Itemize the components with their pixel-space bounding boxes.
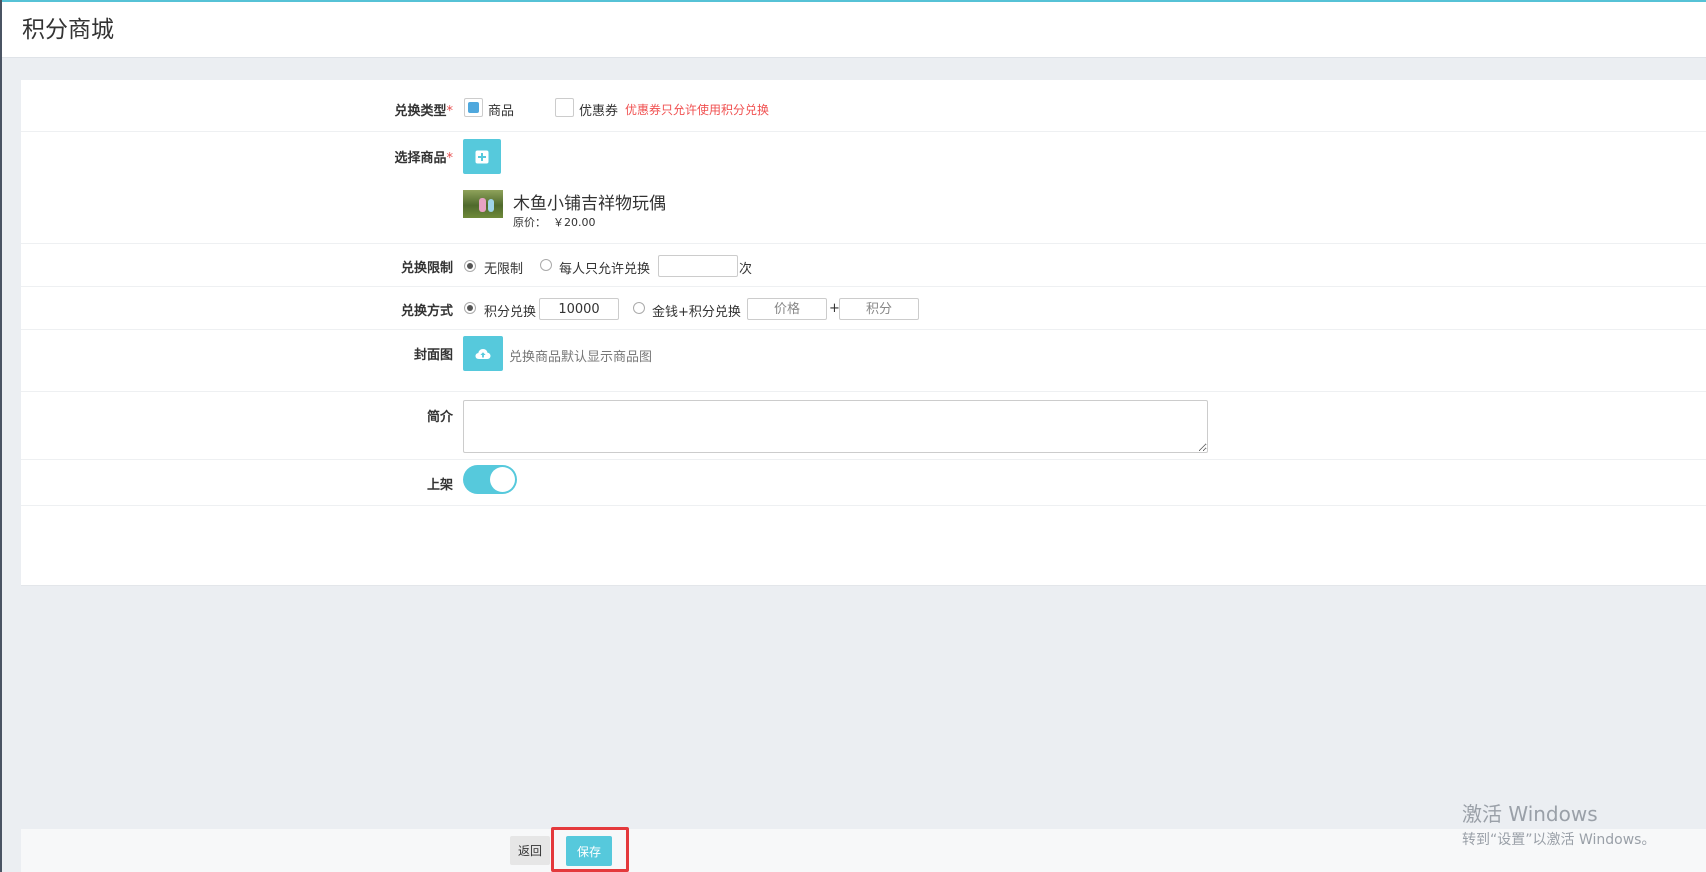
select-goods-label-text: 选择商品 bbox=[394, 151, 447, 166]
exchange-limit-label: 兑换限制 bbox=[400, 261, 453, 276]
points-amount-input[interactable] bbox=[839, 298, 919, 320]
intro-label: 简介 bbox=[426, 410, 453, 425]
footer-bar: 返回 保存 bbox=[21, 829, 1706, 872]
exchange-type-label: 兑换类型* bbox=[394, 100, 453, 119]
product-name: 木鱼小铺吉祥物玩偶 bbox=[513, 194, 666, 214]
cover-image-label: 封面图 bbox=[413, 348, 453, 363]
money-points-radio-label: 金钱+积分兑换 bbox=[652, 305, 741, 320]
limit-count-input[interactable] bbox=[658, 255, 738, 277]
exchange-method-label: 兑换方式 bbox=[400, 304, 453, 319]
row-exchange-method: 兑换方式 积分兑换 金钱+积分兑换 + bbox=[21, 287, 1706, 330]
watermark-line1: 激活 Windows bbox=[1462, 802, 1598, 826]
per-person-limit-label: 每人只允许兑换 bbox=[559, 262, 651, 277]
required-mark: * bbox=[446, 151, 454, 166]
listed-label: 上架 bbox=[426, 478, 453, 493]
coupon-hint: 优惠券只允许使用积分兑换 bbox=[625, 103, 770, 117]
left-sidebar-edge bbox=[0, 0, 2, 872]
page-title: 积分商城 bbox=[22, 17, 114, 43]
row-listed: 上架 bbox=[21, 460, 1706, 506]
product-thumbnail bbox=[463, 190, 503, 218]
form-panel: 兑换类型* 商品 优惠券 优惠券只允许使用积分兑换 选择商品* 木鱼小铺吉祥物玩… bbox=[21, 80, 1706, 586]
save-button[interactable]: 保存 bbox=[566, 836, 612, 866]
windows-activation-watermark: 激活 Windows 转到“设置”以激活 Windows。 bbox=[1462, 798, 1655, 849]
unlimited-radio[interactable] bbox=[464, 260, 476, 272]
limit-unit: 次 bbox=[739, 262, 753, 277]
points-radio[interactable] bbox=[464, 302, 476, 314]
cloud-upload-icon bbox=[475, 348, 491, 359]
coupon-checkbox-label: 优惠券 bbox=[579, 104, 619, 119]
row-cover-image: 封面图 兑换商品默认显示商品图 bbox=[21, 330, 1706, 392]
unlimited-radio-label: 无限制 bbox=[484, 262, 524, 277]
per-person-limit-radio[interactable] bbox=[540, 259, 552, 271]
add-goods-button[interactable] bbox=[463, 139, 501, 174]
row-intro: 简介 bbox=[21, 392, 1706, 460]
goods-checkbox[interactable] bbox=[464, 98, 483, 117]
required-mark: * bbox=[446, 104, 454, 119]
plus-square-icon bbox=[475, 150, 489, 163]
row-exchange-limit: 兑换限制 无限制 每人只允许兑换 次 bbox=[21, 244, 1706, 287]
intro-textarea[interactable] bbox=[463, 400, 1208, 453]
row-exchange-type: 兑换类型* 商品 优惠券 优惠券只允许使用积分兑换 bbox=[21, 80, 1706, 132]
cover-hint: 兑换商品默认显示商品图 bbox=[509, 350, 653, 365]
exchange-type-label-text: 兑换类型 bbox=[394, 104, 447, 119]
goods-checkbox-label: 商品 bbox=[488, 104, 515, 119]
back-button[interactable]: 返回 bbox=[510, 836, 550, 865]
coupon-checkbox[interactable] bbox=[555, 98, 574, 117]
money-points-radio[interactable] bbox=[633, 302, 645, 314]
watermark-line2: 转到“设置”以激活 Windows。 bbox=[1462, 832, 1656, 848]
upload-cover-button[interactable] bbox=[463, 336, 503, 371]
product-price: ￥20.00 bbox=[553, 216, 596, 229]
page-header: 积分商城 bbox=[2, 2, 1706, 58]
toggle-knob bbox=[490, 467, 515, 492]
row-select-goods: 选择商品* 木鱼小铺吉祥物玩偶 原价： ￥20.00 bbox=[21, 132, 1706, 244]
select-goods-label: 选择商品* bbox=[394, 147, 453, 166]
product-price-label: 原价： bbox=[513, 216, 546, 229]
price-input[interactable] bbox=[747, 298, 827, 320]
points-radio-label: 积分兑换 bbox=[484, 305, 537, 320]
listed-toggle[interactable] bbox=[463, 465, 517, 494]
points-input[interactable] bbox=[539, 298, 619, 320]
